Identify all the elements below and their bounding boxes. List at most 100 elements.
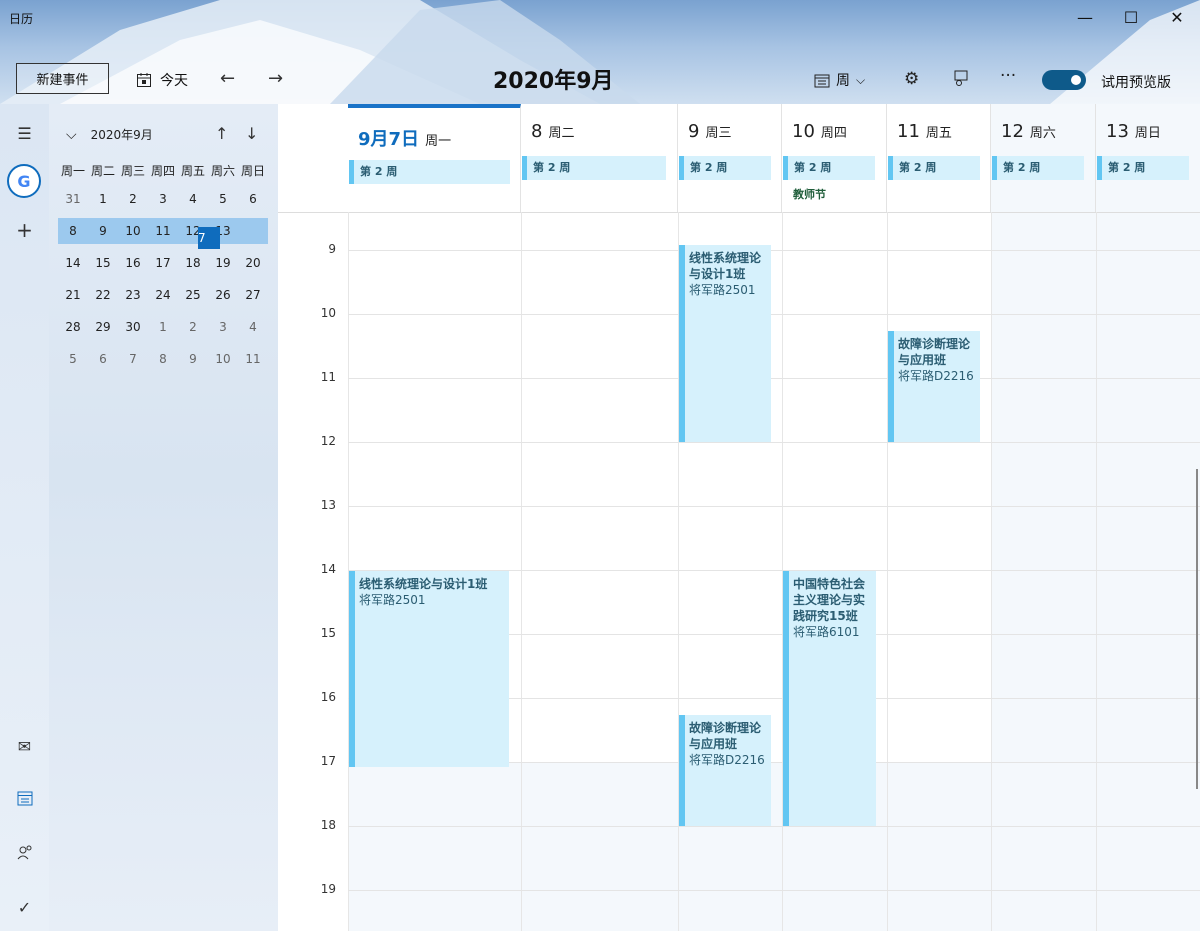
next-arrow-icon[interactable]: → <box>268 68 283 89</box>
day-cell[interactable]: 30 <box>118 320 148 334</box>
new-event-button[interactable]: 新建事件 <box>16 63 109 94</box>
day-cell[interactable]: 5 <box>208 192 238 206</box>
day-cell[interactable]: 31 <box>58 192 88 206</box>
feedback-icon[interactable] <box>952 69 970 92</box>
weekday-label: 周一 <box>60 163 85 178</box>
day-date: 9 <box>688 121 700 142</box>
google-account-icon[interactable]: G <box>7 164 41 198</box>
day-header-sat[interactable]: 12 周六 第 2 周 <box>991 104 1096 212</box>
day-cell[interactable]: 10 <box>208 352 238 366</box>
day-cell[interactable]: 22 <box>88 288 118 302</box>
calendar-icon[interactable] <box>0 790 49 810</box>
vertical-scrollbar[interactable] <box>1196 469 1198 789</box>
day-cell[interactable]: 5 <box>58 352 88 366</box>
previous-arrow-icon[interactable]: ← <box>220 68 235 89</box>
day-cell[interactable]: 6 <box>88 352 118 366</box>
calendar-event[interactable]: 故障诊断理论与应用班 将军路D2216 <box>888 331 980 442</box>
weekday-label: 周三 <box>120 163 145 178</box>
day-cell[interactable]: 28 <box>58 320 88 334</box>
calendar-event[interactable]: 故障诊断理论与应用班 将军路D2216 <box>679 715 771 826</box>
hour-line <box>348 506 1200 507</box>
day-cell[interactable]: 16 <box>118 256 148 270</box>
chevron-down-icon[interactable]: ⌵ <box>66 127 77 143</box>
minimize-button[interactable]: — <box>1062 2 1108 32</box>
day-cell[interactable]: 1 <box>88 192 118 206</box>
more-icon[interactable]: ··· <box>1000 66 1016 86</box>
day-cell[interactable]: 1 <box>148 320 178 334</box>
day-title: 9 周三 <box>688 121 731 142</box>
day-header-sun[interactable]: 13 周日 第 2 周 <box>1096 104 1200 212</box>
calendar-event[interactable]: 线性系统理论与设计1班 将军路2501 <box>679 245 771 442</box>
month-title: 2020年9月 <box>493 69 614 94</box>
mail-icon[interactable]: ✉ <box>0 737 49 756</box>
day-cell[interactable]: 4 <box>178 192 208 206</box>
close-button[interactable]: ✕ <box>1154 2 1200 32</box>
day-cell-today[interactable]: 7 <box>198 227 220 249</box>
down-arrow-icon[interactable]: ↓ <box>245 124 258 143</box>
day-cell[interactable]: 10 <box>118 224 148 238</box>
column-divider <box>521 212 522 931</box>
day-cell[interactable]: 4 <box>238 320 268 334</box>
plus-icon[interactable]: + <box>0 218 49 242</box>
day-cell[interactable]: 3 <box>148 192 178 206</box>
day-cell[interactable]: 11 <box>238 352 268 366</box>
day-cell[interactable]: 17 <box>148 256 178 270</box>
mini-calendar-header: ⌵ 2020年9月 <box>66 126 153 143</box>
calendar-event[interactable]: 线性系统理论与设计1班 将军路2501 <box>349 571 509 767</box>
day-cell[interactable]: 14 <box>58 256 88 270</box>
day-weekday: 周六 <box>1029 126 1056 141</box>
day-cell[interactable]: 24 <box>148 288 178 302</box>
view-selector[interactable]: 周 ⌵ <box>814 70 865 90</box>
day-cell[interactable]: 6 <box>238 192 268 206</box>
hour-line <box>348 442 1200 443</box>
day-cell[interactable]: 7 <box>118 352 148 366</box>
today-button[interactable]: 今天 <box>136 70 188 90</box>
day-cell[interactable]: 27 <box>238 288 268 302</box>
day-cell[interactable]: 9 <box>88 224 118 238</box>
toggle-knob <box>1071 75 1081 85</box>
day-cell[interactable]: 19 <box>208 256 238 270</box>
day-cell[interactable]: 26 <box>208 288 238 302</box>
day-weekday: 周一 <box>425 134 452 149</box>
day-header-fri[interactable]: 11 周五 第 2 周 <box>887 104 991 212</box>
day-cell[interactable]: 8 <box>148 352 178 366</box>
day-cell[interactable]: 2 <box>118 192 148 206</box>
week-row: 28 29 30 1 2 3 4 <box>58 311 268 343</box>
column-divider <box>991 212 992 931</box>
day-cell[interactable]: 21 <box>58 288 88 302</box>
column-divider <box>887 212 888 931</box>
day-header-wed[interactable]: 9 周三 第 2 周 <box>678 104 782 212</box>
hour-line <box>348 378 1200 379</box>
week-number-badge: 第 2 周 <box>522 156 666 180</box>
day-cell[interactable]: 3 <box>208 320 238 334</box>
day-header-mon[interactable]: 9月7日 周一 第 2 周 <box>348 104 521 212</box>
day-cell[interactable]: 15 <box>88 256 118 270</box>
menu-icon[interactable]: ☰ <box>0 124 49 143</box>
up-arrow-icon[interactable]: ↑ <box>215 124 228 143</box>
day-cell[interactable]: 11 <box>148 224 178 238</box>
day-cell[interactable]: 8 <box>58 224 88 238</box>
maximize-button[interactable]: ☐ <box>1108 2 1154 32</box>
day-cell[interactable]: 29 <box>88 320 118 334</box>
people-icon[interactable] <box>0 844 49 864</box>
day-cell[interactable]: 20 <box>238 256 268 270</box>
app-title: 日历 <box>9 12 34 26</box>
preview-toggle[interactable] <box>1042 70 1086 90</box>
day-weekday: 周日 <box>1134 126 1161 141</box>
day-header-thu[interactable]: 10 周四 第 2 周 教师节 <box>782 104 887 212</box>
calendar-event[interactable]: 中国特色社会主义理论与实践研究15班 将军路6101 <box>783 571 876 826</box>
week-number-badge: 第 2 周 <box>783 156 875 180</box>
day-cell[interactable]: 18 <box>178 256 208 270</box>
event-location: 将军路D2216 <box>898 369 974 383</box>
day-cell[interactable]: 9 <box>178 352 208 366</box>
day-cell[interactable]: 23 <box>118 288 148 302</box>
event-location: 将军路2501 <box>359 593 426 607</box>
todo-icon[interactable]: ✓ <box>0 898 49 917</box>
gear-icon[interactable]: ⚙ <box>904 69 919 89</box>
event-title: 故障诊断理论与应用班 <box>898 337 971 367</box>
day-weekday: 周二 <box>548 126 575 141</box>
day-date: 8 <box>531 121 543 142</box>
day-header-tue[interactable]: 8 周二 第 2 周 <box>521 104 678 212</box>
day-cell[interactable]: 25 <box>178 288 208 302</box>
day-cell[interactable]: 2 <box>178 320 208 334</box>
